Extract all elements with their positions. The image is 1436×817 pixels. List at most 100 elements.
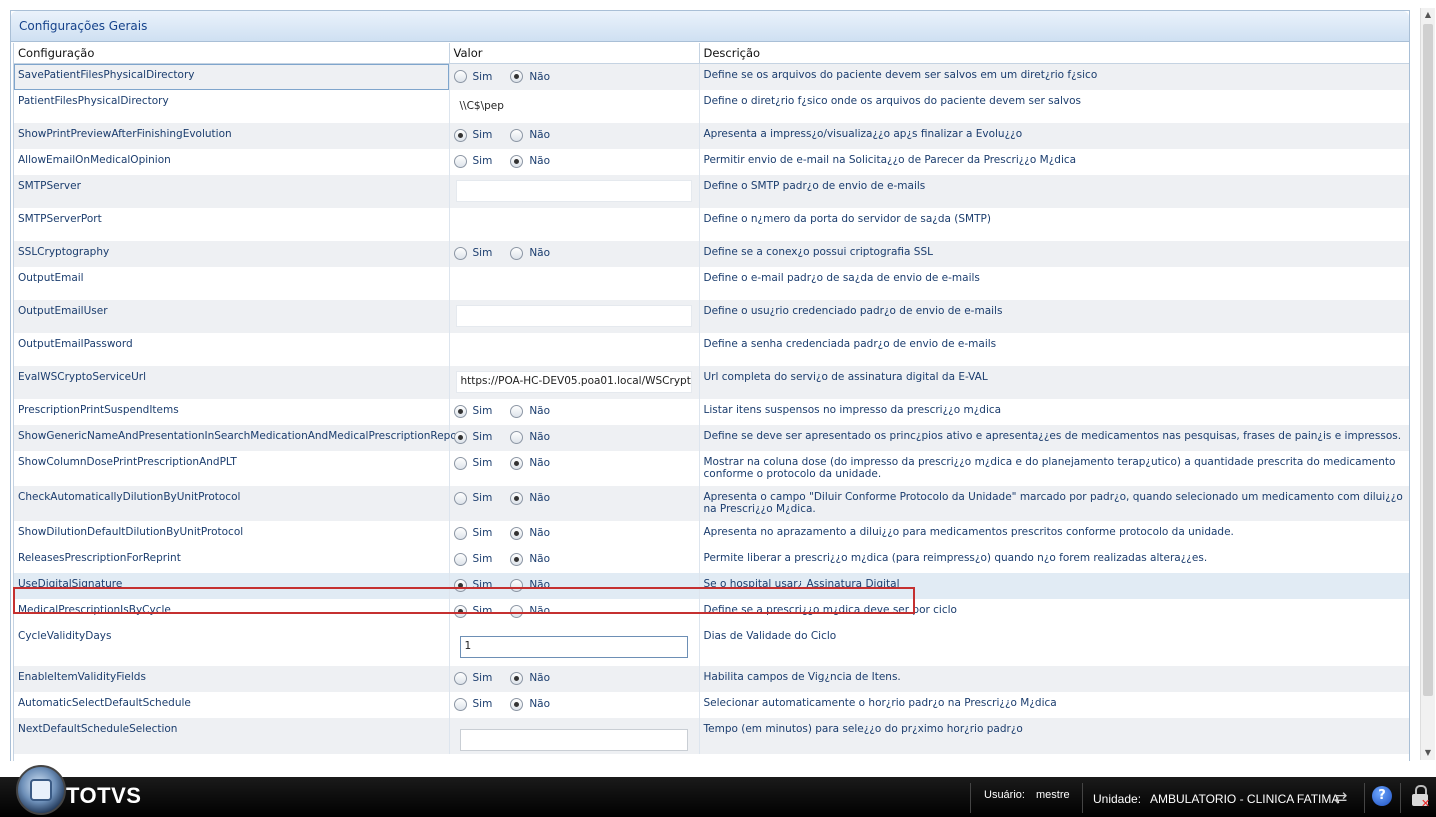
radio-yes-label[interactable]: Sim [473,129,493,141]
settings-row[interactable]: NextDefaultScheduleSelection Tempo (em mi… [14,717,1409,754]
swap-arrows-icon[interactable]: ⇄ [1334,788,1347,807]
footer-divider [1364,783,1365,813]
settings-row[interactable]: AllowEmailOnMedicalOpinion Sim Não Permitir… [14,148,1409,175]
radio-no[interactable] [510,552,524,566]
radio-yes-label[interactable]: Sim [473,405,493,417]
settings-row[interactable]: CycleValidityDays 1 Dias de Validade do Ci… [14,624,1409,666]
radio-yes[interactable] [453,671,467,685]
radio-no[interactable] [510,604,524,618]
setting-value-input[interactable]: 1 [459,635,688,658]
settings-row[interactable]: OutputEmailUser Define o usu¿rio credenci… [14,299,1409,333]
settings-row[interactable]: UseDigitalSignature Sim Não Se o hospital u… [14,572,1409,599]
scroll-up-icon[interactable]: ▲ [1421,8,1435,22]
radio-yes[interactable] [453,404,467,418]
radio-no-label[interactable]: Não [529,431,550,443]
setting-value-empty[interactable] [454,213,695,233]
radio-yes[interactable] [453,70,467,83]
setting-value-input[interactable]: https://POA-HC-DEV05.poa01.local/WSCrypt… [455,370,692,393]
settings-row[interactable]: OutputEmail Define o e-mail padr¿o de sa¿… [14,266,1409,300]
settings-row[interactable]: ShowGenericNameAndPresentationInSearchMe… [14,424,1409,451]
radio-yes[interactable] [453,578,467,592]
column-header-description[interactable]: Descrição [699,43,1409,64]
radio-yes-label[interactable]: Sim [473,247,493,259]
settings-row[interactable]: AutomaticSelectDefaultSchedule Sim Não Sele… [14,691,1409,718]
radio-no-label[interactable]: Não [529,672,550,684]
radio-no[interactable] [510,456,524,470]
setting-value-input[interactable] [459,728,688,751]
radio-no[interactable] [510,154,524,168]
setting-value-input[interactable] [455,179,692,202]
settings-row[interactable]: PrescriptionPrintSuspendItems Sim Não Lista… [14,398,1409,425]
radio-yes[interactable] [453,491,467,505]
radio-no[interactable] [510,128,524,142]
lock-icon[interactable]: ✕ [1411,785,1430,810]
settings-row[interactable]: ShowColumnDosePrintPrescriptionAndPLT Sim… [14,450,1409,486]
radio-no-label[interactable]: Não [529,605,550,617]
settings-row[interactable]: SavePatientFilesPhysicalDirectory Sim Não D… [14,63,1409,90]
setting-value-cell: Sim Não [449,148,700,175]
radio-no-label[interactable]: Não [529,155,550,167]
settings-row[interactable]: PatientFilesPhysicalDirectory \\C$\pep Def… [14,89,1409,123]
scroll-down-icon[interactable]: ▼ [1421,746,1435,760]
radio-yes-label[interactable]: Sim [473,492,493,504]
radio-yes-label[interactable]: Sim [473,527,493,539]
radio-yes-label[interactable]: Sim [473,579,493,591]
radio-yes-label[interactable]: Sim [473,71,493,83]
radio-no-label[interactable]: Não [529,129,550,141]
radio-no[interactable] [510,491,524,505]
help-icon[interactable]: ? [1372,786,1392,806]
radio-no-label[interactable]: Não [529,457,550,469]
settings-row[interactable]: SMTPServer Define o SMTP padr¿o de envio … [14,174,1409,208]
radio-no-label[interactable]: Não [529,527,550,539]
settings-row[interactable]: MedicalPrescriptionIsByCycle Sim Não Define… [14,598,1409,625]
radio-yes[interactable] [453,697,467,711]
settings-row[interactable]: ShowPrintPreviewAfterFinishingEvolution S… [14,122,1409,149]
radio-no[interactable] [510,404,524,418]
radio-no-label[interactable]: Não [529,553,550,565]
settings-row[interactable]: CheckAutomaticallyDilutionByUnitProtocol… [14,485,1409,521]
settings-row[interactable]: ReleasesPrescriptionForReprint Sim Não Perm… [14,546,1409,573]
radio-yes-label[interactable]: Sim [473,672,493,684]
settings-row[interactable]: SMTPServerPort Define o n¿mero da porta d… [14,207,1409,241]
radio-no[interactable] [510,671,524,685]
settings-row[interactable]: EvalWSCryptoServiceUrl https://POA-HC-DEV… [14,365,1409,399]
setting-value-input[interactable] [455,304,692,327]
column-header-value[interactable]: Valor [449,43,700,64]
radio-yes[interactable] [453,246,467,260]
scrollbar-thumb[interactable] [1423,24,1433,696]
settings-row[interactable]: ShowDilutionDefaultDilutionByUnitProtoco… [14,520,1409,547]
radio-no-label[interactable]: Não [529,247,550,259]
radio-yes-label[interactable]: Sim [473,698,493,710]
setting-value-empty[interactable] [454,338,695,358]
radio-yes[interactable] [453,154,467,168]
radio-yes[interactable] [453,526,467,540]
radio-yes[interactable] [453,456,467,470]
column-header-config[interactable]: Configuração [14,43,450,64]
radio-yes-label[interactable]: Sim [473,553,493,565]
radio-yes[interactable] [453,552,467,566]
radio-no-label[interactable]: Não [529,579,550,591]
radio-no[interactable] [510,578,524,592]
radio-yes-label[interactable]: Sim [473,431,493,443]
radio-no[interactable] [510,70,524,83]
settings-row[interactable]: OutputEmailPassword Define a senha creden… [14,332,1409,366]
radio-no-label[interactable]: Não [529,698,550,710]
setting-value-empty[interactable] [454,272,695,292]
vertical-scrollbar[interactable]: ▲ ▼ [1420,8,1435,760]
radio-yes[interactable] [453,430,467,444]
radio-no-label[interactable]: Não [529,71,550,83]
radio-no-label[interactable]: Não [529,492,550,504]
settings-row[interactable]: SSLCryptography Sim Não Define se a conex¿o… [14,240,1409,267]
radio-no[interactable] [510,697,524,711]
radio-no[interactable] [510,526,524,540]
setting-value-text[interactable]: \\C$\pep [454,100,695,112]
radio-no[interactable] [510,430,524,444]
radio-no-label[interactable]: Não [529,405,550,417]
radio-no[interactable] [510,246,524,260]
radio-yes[interactable] [453,128,467,142]
radio-yes-label[interactable]: Sim [473,457,493,469]
radio-yes-label[interactable]: Sim [473,155,493,167]
radio-yes[interactable] [453,604,467,618]
radio-yes-label[interactable]: Sim [473,605,493,617]
settings-row[interactable]: EnableItemValidityFields Sim Não Habilita c… [14,665,1409,692]
